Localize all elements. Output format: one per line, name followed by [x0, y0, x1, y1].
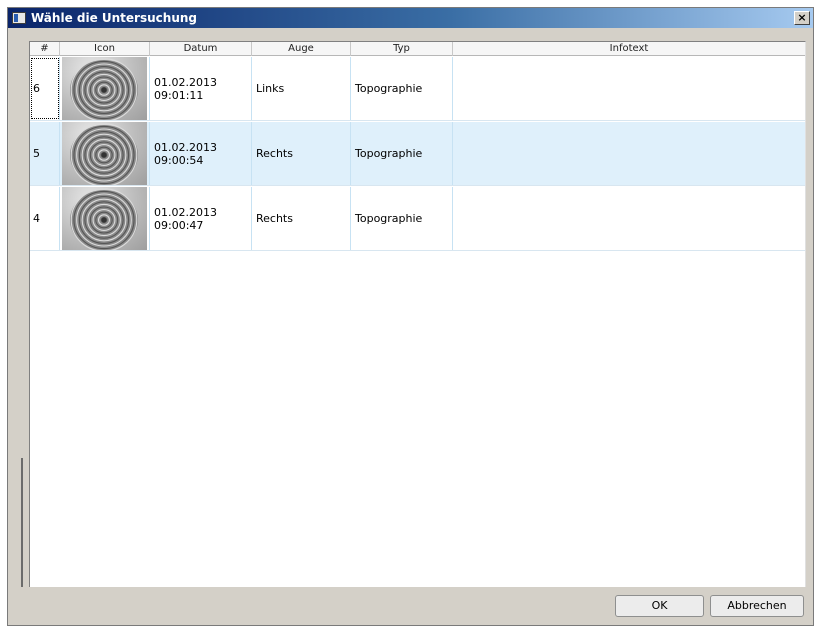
- row-datum: 01.02.2013 09:00:47: [150, 187, 252, 250]
- dialog-client-area: # Icon Datum Auge Typ Infotext 6 01.02.20…: [8, 28, 813, 625]
- row-datum: 01.02.2013 09:01:11: [150, 57, 252, 120]
- row-time: 09:01:11: [154, 88, 204, 102]
- row-number: 6: [30, 57, 60, 120]
- row-date: 01.02.2013: [154, 75, 217, 89]
- cancel-button[interactable]: Abbrechen: [710, 595, 804, 617]
- row-icon-cell: [60, 57, 150, 120]
- dialog-title: Wähle die Untersuchung: [31, 11, 197, 25]
- row-auge: Rechts: [252, 187, 351, 250]
- row-number: 4: [30, 187, 60, 250]
- eye-topography-thumbnail: [62, 57, 147, 120]
- eye-topography-thumbnail: [62, 122, 147, 185]
- row-time: 09:00:47: [154, 218, 204, 232]
- row-date: 01.02.2013: [154, 205, 217, 219]
- row-typ: Topographie: [351, 57, 453, 120]
- row-typ: Topographie: [351, 122, 453, 185]
- row-infotext: [453, 122, 805, 185]
- row-infotext: [453, 187, 805, 250]
- row-number: 5: [30, 122, 60, 185]
- button-bar: OK Abbrechen: [8, 587, 813, 625]
- title-bar[interactable]: Wähle die Untersuchung ×: [8, 8, 813, 28]
- examination-table[interactable]: # Icon Datum Auge Typ Infotext 6 01.02.20…: [29, 41, 806, 589]
- row-time: 09:00:54: [154, 153, 204, 167]
- app-window-icon: [12, 12, 26, 24]
- table-row[interactable]: 5 01.02.2013 09:00:54 Rechts Topographie: [30, 122, 805, 186]
- row-auge: Rechts: [252, 122, 351, 185]
- dialog-window: Wähle die Untersuchung × # Icon Datum Au…: [7, 7, 814, 626]
- row-infotext: [453, 57, 805, 120]
- column-header-typ[interactable]: Typ: [351, 42, 453, 56]
- row-datum: 01.02.2013 09:00:54: [150, 122, 252, 185]
- row-icon-cell: [60, 122, 150, 185]
- column-header-infotext[interactable]: Infotext: [453, 42, 805, 56]
- frame-edge: [21, 458, 23, 608]
- column-header-number[interactable]: #: [30, 42, 60, 56]
- ok-button[interactable]: OK: [615, 595, 704, 617]
- column-header-icon[interactable]: Icon: [60, 42, 150, 56]
- table-header: # Icon Datum Auge Typ Infotext: [30, 42, 805, 56]
- table-row[interactable]: 4 01.02.2013 09:00:47 Rechts Topographie: [30, 187, 805, 251]
- close-button[interactable]: ×: [794, 11, 810, 25]
- row-typ: Topographie: [351, 187, 453, 250]
- column-header-datum[interactable]: Datum: [150, 42, 252, 56]
- row-date: 01.02.2013: [154, 140, 217, 154]
- row-icon-cell: [60, 187, 150, 250]
- row-auge: Links: [252, 57, 351, 120]
- eye-topography-thumbnail: [62, 187, 147, 250]
- column-header-auge[interactable]: Auge: [252, 42, 351, 56]
- table-row[interactable]: 6 01.02.2013 09:01:11 Links Topographie: [30, 57, 805, 121]
